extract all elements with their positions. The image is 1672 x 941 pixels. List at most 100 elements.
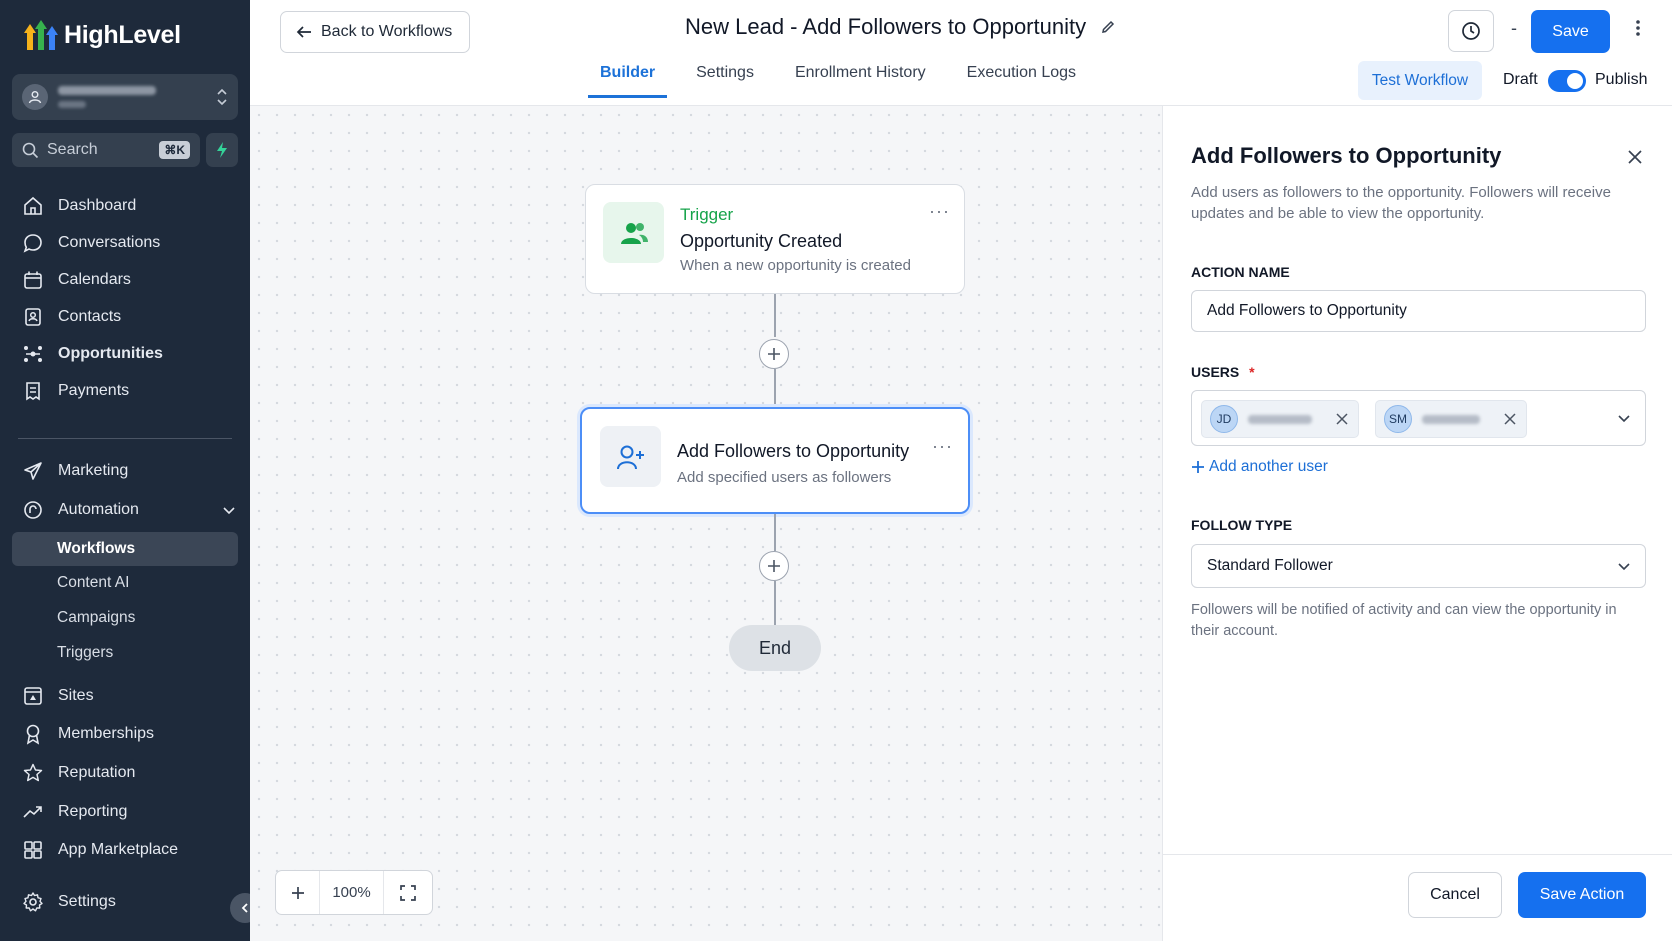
plus-icon [1192, 461, 1204, 473]
trigger-tag: Trigger [680, 205, 734, 224]
remove-user-icon[interactable] [1504, 413, 1516, 425]
fullscreen-icon [400, 884, 416, 901]
tab-settings[interactable]: Settings [684, 56, 766, 98]
avatar: JD [1210, 405, 1238, 433]
sidebar-subitem-content-ai[interactable]: Content AI [57, 574, 129, 592]
search-shortcut: ⌘K [159, 141, 190, 159]
user-name-redacted [1248, 414, 1312, 424]
sidebar-item-label: Opportunities [58, 345, 163, 362]
quick-actions-button[interactable] [206, 133, 238, 167]
connector-line [774, 581, 776, 625]
action-subtitle: Add specified users as followers [677, 469, 892, 486]
sidebar-item-reporting[interactable]: Reporting [22, 797, 127, 827]
highlevel-logo-icon [24, 18, 58, 52]
end-node: End [729, 625, 821, 671]
zoom-level: 100% [320, 871, 384, 914]
publish-toggle[interactable] [1548, 70, 1586, 92]
plus-icon [768, 560, 780, 572]
action-config-panel: Add Followers to Opportunity Add users a… [1162, 106, 1672, 941]
tab-builder[interactable]: Builder [588, 56, 668, 98]
zoom-in-button[interactable] [276, 871, 320, 914]
tab-execution-logs[interactable]: Execution Logs [955, 56, 1088, 98]
sidebar-item-label: Calendars [58, 271, 131, 288]
add-another-user-link[interactable]: Add another user [1191, 458, 1328, 476]
star-icon [23, 763, 43, 782]
trigger-more-icon[interactable]: ··· [929, 201, 950, 222]
logo-text: HighLevel [64, 20, 181, 49]
logo[interactable]: HighLevel [24, 18, 181, 52]
plus-icon [768, 348, 780, 360]
trigger-node[interactable]: Trigger Opportunity Created When a new o… [585, 184, 965, 294]
back-to-workflows-button[interactable]: Back to Workflows [280, 11, 470, 53]
sidebar-item-memberships[interactable]: Memberships [22, 719, 154, 749]
sidebar-item-label: Memberships [58, 725, 155, 742]
sidebar-item-label: Sites [58, 687, 94, 704]
test-workflow-button[interactable]: Test Workflow [1358, 61, 1482, 100]
sidebar-item-conversations[interactable]: Conversations [22, 228, 160, 258]
draft-label: Draft [1503, 71, 1538, 88]
more-options-icon[interactable] [1635, 18, 1641, 43]
account-switcher[interactable] [12, 74, 238, 120]
sidebar-item-sites[interactable]: Sites [22, 681, 94, 711]
users-icon [603, 202, 664, 263]
sidebar-item-label: Contacts [58, 308, 122, 325]
save-button[interactable]: Save [1531, 10, 1610, 53]
users-multiselect[interactable]: JD SM [1191, 390, 1646, 446]
trigger-subtitle: When a new opportunity is created [680, 257, 911, 274]
connector-line [774, 514, 776, 551]
chevron-down-icon [1618, 415, 1630, 423]
panel-footer-divider [1163, 854, 1672, 855]
calendar-icon [24, 271, 42, 289]
add-step-button[interactable] [759, 551, 789, 581]
sidebar-item-label: Reputation [58, 764, 136, 781]
tab-enrollment-history[interactable]: Enrollment History [783, 56, 938, 98]
sidebar: HighLevel Search ⌘K Dashboard Conversati… [0, 0, 250, 941]
send-icon [24, 462, 42, 480]
action-more-icon[interactable]: ··· [932, 436, 953, 457]
workflow-title: New Lead - Add Followers to Opportunity [685, 14, 1116, 40]
follow-type-select[interactable]: Standard Follower [1191, 544, 1646, 588]
save-action-button[interactable]: Save Action [1518, 872, 1646, 918]
action-node-add-followers[interactable]: Add Followers to Opportunity Add specifi… [580, 407, 970, 514]
action-title: Add Followers to Opportunity [677, 441, 910, 461]
action-name-field[interactable]: Add Followers to Opportunity [1191, 290, 1646, 332]
required-mark: * [1249, 364, 1255, 380]
fit-to-screen-button[interactable] [384, 871, 432, 914]
sidebar-item-marketing[interactable]: Marketing [22, 456, 128, 486]
sidebar-item-calendars[interactable]: Calendars [22, 265, 131, 295]
workflow-header: Back to Workflows New Lead - Add Followe… [250, 0, 1672, 106]
sidebar-item-reputation[interactable]: Reputation [22, 758, 135, 788]
sidebar-subitem-campaigns[interactable]: Campaigns [57, 609, 135, 627]
cancel-button[interactable]: Cancel [1408, 872, 1502, 918]
search-input[interactable]: Search ⌘K [12, 133, 200, 167]
plus-icon [291, 886, 304, 899]
grid-icon [24, 841, 42, 859]
chevron-down-icon [223, 507, 235, 515]
chevron-down-icon [1618, 563, 1630, 571]
sidebar-subitem-triggers[interactable]: Triggers [57, 644, 113, 662]
opportunities-icon [24, 346, 42, 362]
sidebar-subitem-workflows[interactable]: Workflows [57, 540, 135, 558]
add-step-button[interactable] [759, 339, 789, 369]
avatar: SM [1384, 405, 1412, 433]
sidebar-item-label: Automation [58, 501, 139, 518]
users-label-text: USERS [1191, 364, 1240, 380]
contact-book-icon [25, 308, 41, 326]
sites-icon [24, 687, 42, 705]
connector-line [774, 369, 776, 407]
sidebar-item-dashboard[interactable]: Dashboard [22, 191, 136, 221]
remove-user-icon[interactable] [1336, 413, 1348, 425]
pencil-icon[interactable] [1100, 19, 1116, 35]
sidebar-item-opportunities[interactable]: Opportunities [22, 339, 163, 369]
sidebar-item-payments[interactable]: Payments [22, 376, 129, 406]
sidebar-item-settings[interactable]: Settings [22, 887, 116, 917]
user-plus-icon [600, 426, 661, 487]
sidebar-item-contacts[interactable]: Contacts [22, 302, 121, 332]
close-icon[interactable] [1627, 149, 1643, 170]
version-history-button[interactable] [1448, 10, 1494, 52]
sidebar-item-label: Dashboard [58, 197, 137, 214]
automation-icon [24, 501, 42, 519]
workflow-tabs: Builder Settings Enrollment History Exec… [588, 56, 1105, 98]
sidebar-item-app-marketplace[interactable]: App Marketplace [22, 835, 178, 865]
sidebar-item-automation[interactable]: Automation [22, 495, 236, 525]
